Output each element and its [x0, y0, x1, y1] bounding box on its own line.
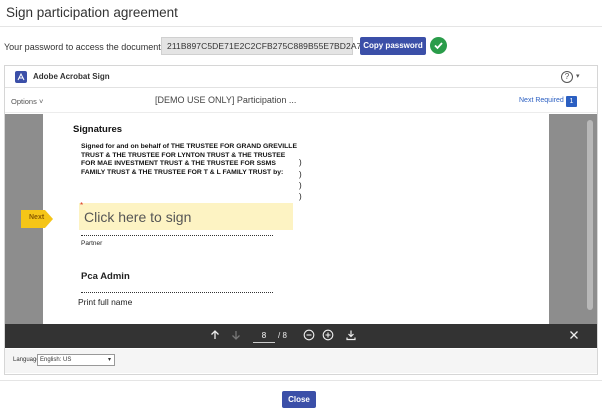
- signer-name: Pca Admin: [81, 271, 130, 282]
- password-label: Your password to access the document is:: [4, 42, 173, 52]
- chevron-down-icon: ▾: [107, 357, 111, 363]
- bracket: ): [299, 181, 302, 190]
- signature-line: [81, 235, 273, 236]
- document-viewer[interactable]: Signatures Signed for and on behalf of T…: [5, 114, 597, 324]
- arrow-up-icon[interactable]: [208, 329, 222, 343]
- page-navigation-bar: 8 / 8: [5, 324, 597, 348]
- acrobat-header: Adobe Acrobat Sign ? ▾: [5, 66, 597, 88]
- required-asterisk: *: [80, 201, 84, 210]
- help-icon[interactable]: ?: [561, 71, 573, 83]
- language-selected: English: US: [40, 357, 72, 363]
- signatures-heading: Signatures: [73, 124, 123, 135]
- name-line: [81, 292, 273, 293]
- acrobat-app-title: Adobe Acrobat Sign: [33, 72, 110, 81]
- close-icon[interactable]: [567, 329, 581, 343]
- copy-password-button[interactable]: Copy password: [360, 37, 426, 55]
- bracket: ): [299, 158, 302, 167]
- zoom-out-icon[interactable]: [302, 329, 316, 343]
- bracket: ): [299, 192, 302, 201]
- document-toolbar: Options ˅ [DEMO USE ONLY] Participation …: [5, 89, 597, 113]
- arrow-down-icon[interactable]: [229, 329, 243, 343]
- partner-label: Partner: [81, 240, 103, 247]
- language-row: Language English: US ▾: [5, 349, 597, 373]
- close-button[interactable]: Close: [282, 391, 316, 408]
- footer-divider: [0, 380, 602, 381]
- next-required-link[interactable]: Next Required: [519, 97, 564, 104]
- signed-on-behalf-text: Signed for and on behalf of THE TRUSTEE …: [81, 143, 297, 176]
- next-tag-label: Next: [29, 214, 45, 221]
- next-required-count[interactable]: 1: [566, 96, 577, 107]
- signature-field-placeholder[interactable]: Click here to sign: [84, 209, 191, 225]
- page-number-input[interactable]: 8: [253, 329, 275, 343]
- acrobat-logo-icon: [15, 71, 27, 83]
- viewer-scrollbar[interactable]: [587, 120, 593, 310]
- language-label: Language: [13, 357, 40, 363]
- document-title: [DEMO USE ONLY] Participation ...: [155, 95, 297, 105]
- page-total: / 8: [278, 331, 287, 340]
- options-label: Options: [11, 97, 37, 106]
- success-check-icon: [430, 37, 447, 54]
- language-select[interactable]: English: US ▾: [37, 354, 115, 366]
- help-chevron-down-icon[interactable]: ▾: [576, 72, 580, 80]
- document-page: Signatures Signed for and on behalf of T…: [43, 114, 549, 324]
- bracket: ): [299, 170, 302, 179]
- password-field[interactable]: 211B897C5DE71E2C2CFB275C889B55E7BD2A74B5: [161, 37, 377, 55]
- viewer-gutter-right: [549, 114, 597, 324]
- chevron-down-icon: ˅: [38, 97, 44, 106]
- download-icon[interactable]: [344, 329, 358, 343]
- next-field-tag[interactable]: Next: [21, 210, 53, 228]
- dialog-title: Sign participation agreement: [6, 5, 178, 20]
- title-divider: [0, 26, 602, 27]
- zoom-in-icon[interactable]: [321, 329, 335, 343]
- print-full-name-label: Print full name: [78, 297, 133, 307]
- acrobat-sign-frame: Adobe Acrobat Sign ? ▾ Options ˅ [DEMO U…: [4, 65, 598, 375]
- options-menu[interactable]: Options ˅: [11, 97, 43, 106]
